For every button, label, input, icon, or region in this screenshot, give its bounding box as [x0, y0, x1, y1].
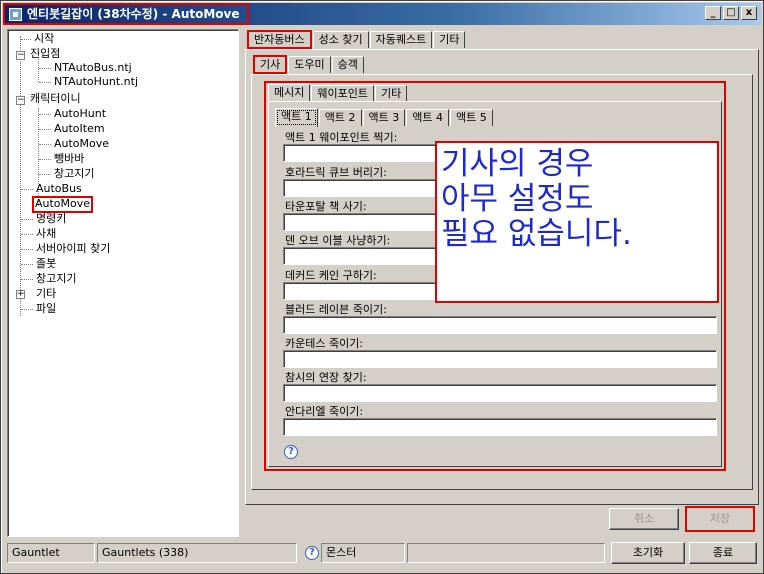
tree-line [39, 82, 51, 83]
tree-item-char-init[interactable]: 캐릭터이니 [30, 92, 81, 106]
tree-item-ntautobus[interactable]: NTAutoBus.ntj [54, 61, 132, 75]
tree-item-automove-selected[interactable]: AutoMove [32, 196, 94, 213]
tab-act-5[interactable]: 액트 5 [450, 109, 493, 126]
tree-line [21, 234, 33, 235]
annotation-line-3: 필요 없습니다. [441, 216, 632, 252]
tree-line [21, 309, 33, 310]
field-blood-raven[interactable] [283, 316, 717, 334]
collapse-icon[interactable]: − [16, 51, 25, 60]
field-label-horadric-cube: 호라드릭 큐브 버리기: [285, 166, 387, 179]
tree-item-autobus[interactable]: AutoBus [36, 182, 82, 196]
tree-item-hotkey[interactable]: 명령키 [36, 212, 66, 226]
collapse-icon[interactable]: − [16, 96, 25, 105]
tree-item-file[interactable]: 파일 [36, 302, 56, 316]
annotation-line-2: 아무 설정도 [441, 181, 594, 217]
tree-item-autoitem[interactable]: AutoItem [54, 122, 105, 136]
app-icon [9, 8, 22, 21]
exit-button[interactable]: 종료 [689, 542, 757, 564]
tree-item-server-ip[interactable]: 서버아이피 찾기 [36, 242, 110, 256]
tree-line [21, 264, 33, 265]
tree-line [21, 189, 33, 190]
field-label-deckard-cain: 데커드 케인 구하기: [285, 269, 377, 282]
title-highlight: 엔티봇길잡이 (38차수정) - AutoMove [3, 3, 249, 25]
monster-help-icon[interactable]: ? [305, 546, 319, 560]
cancel-button[interactable]: 취소 [609, 508, 679, 530]
annotation-line-1: 기사의 경우 [441, 146, 594, 182]
tree-item-autohunt[interactable]: AutoHunt [54, 107, 106, 121]
field-label-town-portal: 타운포탈 책 사기: [285, 200, 367, 213]
tree-item-loan[interactable]: 사채 [36, 227, 56, 241]
status-item-count: Gauntlets (338) [97, 543, 297, 563]
tree-line [21, 219, 33, 220]
tree-line [39, 68, 51, 69]
field-label-act1-waypoint: 액트 1 웨이포인트 찍기: [285, 131, 398, 144]
field-andariel[interactable] [283, 418, 717, 436]
save-button[interactable]: 저장 [685, 506, 755, 532]
field-malus[interactable] [283, 384, 717, 402]
tree-view[interactable]: 시작 − 진입점 NTAutoBus.ntj NTAutoHunt.ntj − … [7, 29, 239, 537]
sub-tabs: 메시지 웨이포인트 기타 [268, 83, 408, 103]
tree-line [39, 114, 51, 115]
tab-sanctuary[interactable]: 성소 찾기 [312, 31, 369, 48]
status-item: Gauntlet [7, 543, 95, 563]
status-blank [407, 543, 605, 563]
field-label-blood-raven: 블러드 레이븐 죽이기: [285, 303, 387, 316]
maximize-button[interactable]: □ [723, 6, 739, 20]
field-label-andariel: 안다리엘 죽이기: [285, 405, 364, 418]
tab-act-1[interactable]: 액트 1 [275, 108, 318, 127]
tree-line [21, 39, 31, 40]
tab-passenger[interactable]: 승객 [331, 56, 364, 73]
tab-act-3[interactable]: 액트 3 [362, 109, 406, 126]
tab-sub-etc[interactable]: 기타 [374, 85, 408, 102]
tab-act-2[interactable]: 액트 2 [318, 109, 362, 126]
tree-line [21, 279, 33, 280]
tree-line [39, 129, 51, 130]
field-label-malus: 참시의 연장 찾기: [285, 371, 367, 384]
reset-button[interactable]: 초기화 [611, 542, 685, 564]
window-title: 엔티봇길잡이 (38차수정) - AutoMove [27, 7, 240, 21]
status-monster: 몬스터 [321, 543, 405, 563]
field-countess[interactable] [283, 350, 717, 368]
tree-line [20, 36, 21, 316]
help-icon[interactable]: ? [284, 445, 298, 459]
window-controls: _ □ x [705, 6, 757, 20]
field-label-den-of-evil: 덴 오브 이블 사냥하기: [285, 234, 391, 247]
expand-icon[interactable]: + [16, 290, 25, 299]
close-button[interactable]: x [741, 6, 757, 20]
tab-helper[interactable]: 도우미 [288, 56, 331, 73]
field-label-countess: 카운테스 죽이기: [285, 337, 364, 350]
tree-item-storage-sub[interactable]: 창고지기 [54, 167, 94, 181]
tab-waypoint[interactable]: 웨이포인트 [311, 85, 374, 102]
title-bar[interactable]: 엔티봇길잡이 (38차수정) - AutoMove _ □ x [3, 3, 761, 25]
tree-line [39, 159, 51, 160]
tree-item-storage[interactable]: 창고지기 [36, 272, 76, 286]
main-tabs: 반자동버스 성소 찾기 자동퀘스트 기타 [247, 29, 466, 49]
tree-item-etc[interactable]: 기타 [36, 287, 56, 301]
tree-item-ntautohunt[interactable]: NTAutoHunt.ntj [54, 75, 138, 89]
tab-driver[interactable]: 기사 [253, 55, 288, 74]
tab-auto-quest[interactable]: 자동퀘스트 [369, 31, 433, 48]
act-tabs: 액트 1 액트 2 액트 3 액트 4 액트 5 [275, 107, 494, 127]
class-tabs: 기사 도우미 승객 [253, 54, 365, 74]
tree-item-start[interactable]: 시작 [34, 32, 54, 46]
tree-item-jolbot[interactable]: 졸봇 [36, 257, 56, 271]
tab-act-4[interactable]: 액트 4 [406, 109, 449, 126]
tree-line [21, 249, 33, 250]
tree-line [39, 144, 51, 145]
tree-item-bbangbaba[interactable]: 뺑바바 [54, 152, 84, 166]
tree-item-entry[interactable]: 진입점 [30, 47, 60, 61]
tree-line [39, 174, 51, 175]
tab-semi-auto-bus[interactable]: 반자동버스 [247, 30, 312, 49]
minimize-button[interactable]: _ [705, 6, 721, 20]
main-window: 엔티봇길잡이 (38차수정) - AutoMove _ □ x 시작 − 진입점… [0, 0, 764, 574]
tree-item-automove-sub[interactable]: AutoMove [54, 137, 109, 151]
tab-etc[interactable]: 기타 [433, 31, 466, 48]
annotation-overlay: 기사의 경우 아무 설정도 필요 없습니다. [435, 141, 719, 303]
